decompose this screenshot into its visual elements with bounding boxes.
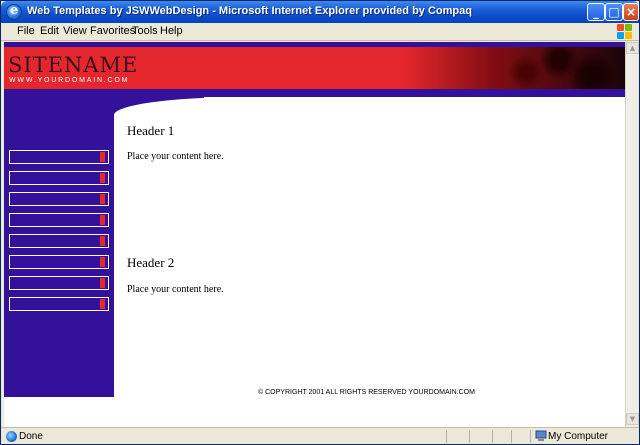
vertical-scrollbar[interactable]: ▲ ▼ [625, 42, 639, 427]
status-divider [492, 430, 493, 443]
nav-button-1[interactable] [9, 150, 109, 164]
nav-marker [100, 257, 105, 267]
internet-explorer-icon [6, 3, 22, 20]
section-header-2: Header 2 [127, 255, 175, 270]
status-bar: Done My Computer [1, 427, 639, 444]
nav-marker [100, 299, 105, 309]
copyright-notice: © COPYRIGHT 2001 ALL RIGHTS RESERVED YOU… [258, 389, 475, 396]
site-name: SITENAME [8, 53, 139, 77]
site-url: WWW.YOURDOMAIN.COM [9, 77, 130, 84]
nav-marker [100, 278, 105, 288]
menu-file[interactable]: File [17, 25, 35, 37]
status-divider [469, 430, 470, 443]
nav-marker [100, 152, 105, 162]
menu-edit[interactable]: Edit [40, 25, 59, 37]
page-done-icon [6, 431, 17, 442]
section-body-2: Place your content here. [127, 284, 224, 295]
minimize-button[interactable]: _ [587, 3, 605, 21]
nav-marker [100, 236, 105, 246]
windows-logo-icon [617, 24, 633, 40]
sidebar [4, 97, 114, 397]
security-zone: My Computer [548, 431, 609, 442]
nav-button-8[interactable] [9, 297, 109, 311]
nav-button-3[interactable] [9, 192, 109, 206]
nav-strip [4, 89, 625, 97]
nav-button-7[interactable] [9, 276, 109, 290]
status-text: Done [19, 431, 43, 442]
section-body-1: Place your content here. [127, 151, 224, 162]
nav-marker [100, 173, 105, 183]
menu-favorites[interactable]: Favorites [90, 25, 135, 37]
scroll-up-arrow-icon[interactable]: ▲ [626, 42, 639, 54]
nav-button-6[interactable] [9, 255, 109, 269]
menu-help[interactable]: Help [160, 25, 183, 37]
maximize-button[interactable]: □ [605, 3, 623, 21]
scroll-down-arrow-icon[interactable]: ▼ [626, 413, 639, 425]
status-divider [446, 430, 447, 443]
title-bar[interactable]: Web Templates by JSWWebDesign - Microsof… [1, 1, 639, 23]
menu-view[interactable]: View [63, 25, 87, 37]
my-computer-icon [535, 430, 547, 441]
section-header-1: Header 1 [127, 123, 175, 138]
window-title: Web Templates by JSWWebDesign - Microsof… [27, 5, 472, 17]
menu-bar: File Edit View Favorites Tools Help [1, 23, 639, 41]
site-banner: SITENAME WWW.YOURDOMAIN.COM [4, 47, 625, 89]
banner-texture [405, 47, 625, 89]
nav-button-2[interactable] [9, 171, 109, 185]
page-viewport[interactable]: SITENAME WWW.YOURDOMAIN.COM Header 1 Pla… [4, 42, 625, 427]
status-divider [530, 430, 531, 443]
status-divider [511, 430, 512, 443]
close-button[interactable]: × [623, 3, 639, 21]
nav-marker [100, 215, 105, 225]
nav-button-4[interactable] [9, 213, 109, 227]
nav-button-5[interactable] [9, 234, 109, 248]
browser-window: Web Templates by JSWWebDesign - Microsof… [0, 0, 640, 445]
content-area [114, 97, 625, 427]
nav-marker [100, 194, 105, 204]
menu-tools[interactable]: Tools [132, 25, 158, 37]
